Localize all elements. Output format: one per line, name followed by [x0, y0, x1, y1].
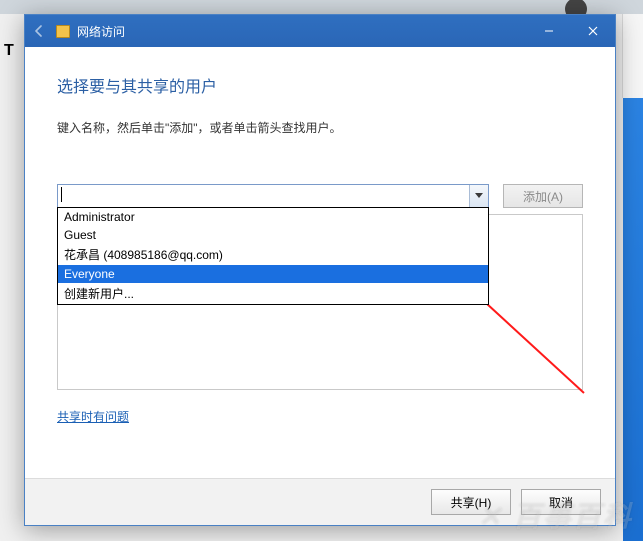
close-button[interactable]	[571, 15, 615, 47]
outer-glyph: T	[4, 42, 14, 60]
back-button[interactable]	[25, 15, 53, 47]
chevron-down-icon	[475, 193, 483, 199]
dialog-heading: 选择要与其共享的用户	[57, 73, 583, 97]
dropdown-option[interactable]: Guest	[58, 226, 488, 244]
troubleshoot-link[interactable]: 共享时有问题	[57, 408, 129, 425]
dropdown-list[interactable]: AdministratorGuest花承昌 (408985186@qq.com)…	[57, 207, 489, 305]
share-dialog: 网络访问 选择要与其共享的用户 键入名称，然后单击"添加"，或者单击箭头查找用户…	[24, 14, 616, 526]
dropdown-option[interactable]: 花承昌 (408985186@qq.com)	[58, 244, 488, 265]
dropdown-option[interactable]: Administrator	[58, 208, 488, 226]
user-combobox[interactable]: AdministratorGuest花承昌 (408985186@qq.com)…	[57, 184, 489, 208]
user-input[interactable]	[58, 185, 469, 207]
dropdown-option[interactable]: 创建新用户...	[58, 283, 488, 304]
text-caret	[61, 187, 62, 202]
folder-icon	[55, 23, 71, 39]
dropdown-option[interactable]: Everyone	[58, 265, 488, 283]
dropdown-toggle[interactable]	[469, 185, 488, 207]
titlebar[interactable]: 网络访问	[25, 15, 615, 47]
add-button: 添加(A)	[503, 184, 583, 208]
watermark: ✕ 百事百科	[478, 495, 633, 535]
dialog-subtext: 键入名称，然后单击"添加"，或者单击箭头查找用户。	[57, 119, 583, 136]
window-title: 网络访问	[77, 23, 527, 40]
minimize-button[interactable]	[527, 15, 571, 47]
